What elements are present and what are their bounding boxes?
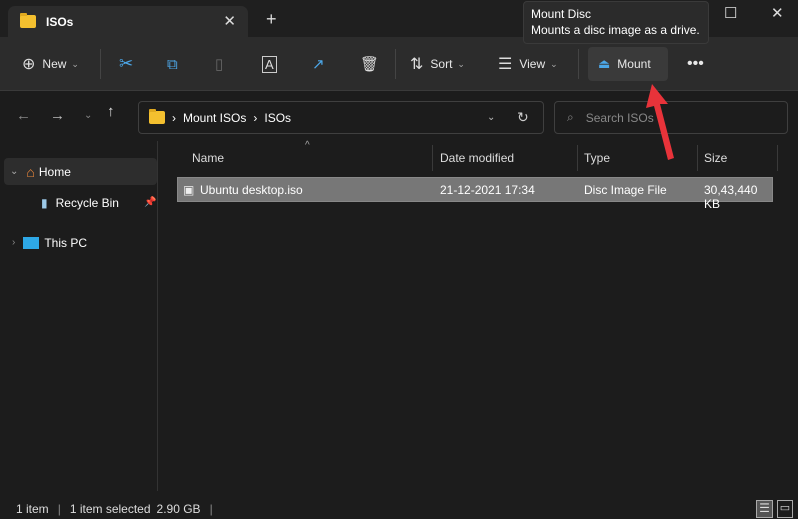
- clipboard-icon: ▯: [215, 56, 224, 73]
- status-bar: 1 item | 1 item selected 2.90 GB | ☰ ▭: [0, 499, 798, 519]
- cut-button[interactable]: ✂: [119, 47, 133, 81]
- up-button[interactable]: ↑: [107, 103, 115, 120]
- refresh-icon[interactable]: ↻: [517, 109, 529, 126]
- divider: [100, 49, 101, 79]
- rename-button[interactable]: A: [262, 47, 277, 81]
- breadcrumb-separator: ›: [253, 110, 258, 125]
- recent-locations-button[interactable]: ⌄: [84, 110, 92, 121]
- copy-button[interactable]: ⧉: [167, 47, 178, 81]
- forward-button[interactable]: →: [50, 107, 65, 124]
- file-row[interactable]: ▣ Ubuntu desktop.iso 21-12-2021 17:34 Di…: [177, 177, 773, 211]
- red-arrow-annotation: [646, 84, 674, 160]
- paste-button[interactable]: ▯: [215, 47, 223, 81]
- new-tab-button[interactable]: +: [266, 9, 277, 30]
- details-view-button[interactable]: ☰: [756, 500, 773, 518]
- copy-icon: ⧉: [167, 55, 178, 73]
- computer-icon: [23, 236, 40, 249]
- sidebar-item-this-pc[interactable]: › This PC: [4, 229, 157, 256]
- more-options-button[interactable]: •••: [687, 47, 704, 81]
- chevron-down-icon: ⌄: [457, 58, 465, 69]
- tooltip-title: Mount Disc: [531, 7, 592, 21]
- selected-size: 2.90 GB: [156, 502, 201, 516]
- sidebar-item-home[interactable]: ⌄ ⌂ Home: [4, 158, 157, 185]
- divider: |: [57, 502, 61, 516]
- search-icon: ⌕: [567, 110, 574, 124]
- sidebar-item-recycle-bin[interactable]: ▮ Recycle Bin 📌: [4, 189, 157, 216]
- maximize-button[interactable]: ☐: [724, 4, 737, 22]
- new-button[interactable]: ⊕ New ⌄: [22, 47, 79, 81]
- back-button[interactable]: ←: [16, 107, 31, 124]
- selected-count: 1 item selected: [69, 502, 151, 516]
- mount-button[interactable]: ⏏ Mount: [588, 47, 668, 81]
- close-window-button[interactable]: ✕: [771, 4, 784, 22]
- close-tab-icon[interactable]: ✕: [223, 12, 236, 30]
- folder-icon: [20, 13, 36, 28]
- sort-icon: ⇅: [410, 56, 424, 73]
- divider: [578, 49, 579, 79]
- sort-label: Sort: [430, 57, 453, 71]
- ellipsis-icon: •••: [687, 55, 704, 72]
- file-type: Disc Image File: [584, 183, 667, 197]
- pin-icon[interactable]: 📌: [144, 197, 156, 208]
- breadcrumb-isos[interactable]: ISOs: [264, 111, 291, 125]
- column-header-date[interactable]: Date modified: [434, 145, 578, 171]
- navigation-pane: ⌄ ⌂ Home ▮ Recycle Bin 📌 › This PC: [0, 141, 158, 491]
- sidebar-label: This PC: [44, 235, 88, 250]
- address-bar[interactable]: › Mount ISOs › ISOs ⌄ ↻: [138, 101, 544, 134]
- item-count: 1 item: [16, 502, 49, 516]
- tiles-view-button[interactable]: ▭: [777, 500, 793, 518]
- file-size: 30,43,440 KB: [704, 183, 758, 211]
- delete-button[interactable]: 🗑: [360, 47, 379, 81]
- address-dropdown-icon[interactable]: ⌄: [487, 112, 495, 123]
- trash-icon: 🗑: [360, 56, 380, 73]
- share-icon: ↗: [312, 56, 325, 73]
- tab-isos[interactable]: ISOs ✕: [8, 6, 248, 37]
- chevron-right-icon[interactable]: ›: [12, 237, 15, 248]
- tooltip-description: Mounts a disc image as a drive.: [531, 23, 700, 37]
- disc-image-icon: ▣: [183, 183, 195, 197]
- rename-icon: A: [262, 55, 277, 73]
- chevron-down-icon: ⌄: [71, 58, 79, 69]
- folder-icon: [149, 109, 165, 124]
- share-button[interactable]: ↗: [312, 47, 325, 81]
- sidebar-label: Home: [38, 164, 71, 179]
- mount-label: Mount: [617, 57, 651, 71]
- column-header-name[interactable]: Name: [186, 145, 433, 171]
- divider: [395, 49, 396, 79]
- sidebar-label: Recycle Bin: [55, 195, 119, 210]
- tab-title: ISOs: [46, 14, 74, 29]
- plus-circle-icon: ⊕: [22, 56, 36, 73]
- chevron-down-icon[interactable]: ⌄: [10, 166, 18, 177]
- sort-button[interactable]: ⇅ Sort ⌄: [410, 47, 465, 81]
- breadcrumb-mount-isos[interactable]: Mount ISOs: [183, 111, 246, 125]
- file-name: Ubuntu desktop.iso: [200, 183, 303, 197]
- new-label: New: [42, 57, 67, 71]
- home-icon: ⌂: [26, 163, 35, 180]
- mount-disc-icon: ⏏: [598, 56, 611, 71]
- list-icon: ☰: [498, 56, 513, 73]
- divider: |: [209, 502, 213, 516]
- tooltip: Mount Disc Mounts a disc image as a driv…: [523, 1, 709, 44]
- view-label: View: [519, 57, 546, 71]
- breadcrumb-separator: ›: [172, 110, 176, 125]
- scissors-icon: ✂: [119, 54, 134, 73]
- recycle-bin-icon: ▮: [41, 195, 48, 210]
- column-header-size[interactable]: Size: [698, 145, 778, 171]
- view-button[interactable]: ☰ View ⌄: [498, 47, 558, 81]
- file-date: 21-12-2021 17:34: [440, 183, 535, 197]
- chevron-down-icon: ⌄: [550, 58, 558, 69]
